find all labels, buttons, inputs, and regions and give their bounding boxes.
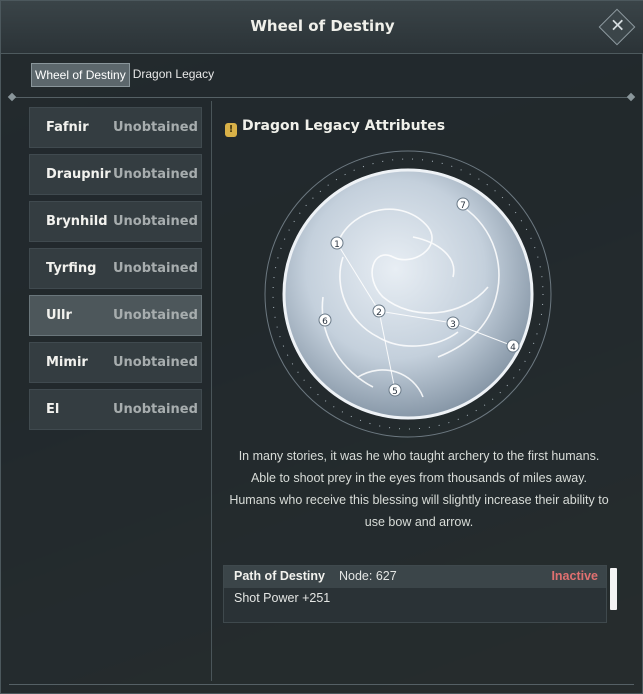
description-line: In many stories, it was he who taught ar… xyxy=(238,449,600,463)
path-node: Node: 627 xyxy=(339,569,397,583)
top-divider xyxy=(9,97,634,98)
legacy-item-ullr[interactable]: Ullr Unobtained xyxy=(29,295,202,336)
window-title: Wheel of Destiny xyxy=(250,17,395,35)
legacy-item-tyrfing[interactable]: Tyrfing Unobtained xyxy=(29,248,202,289)
close-icon: ✕ xyxy=(610,15,626,37)
bottom-divider xyxy=(9,684,634,685)
tab-dragon-legacy[interactable]: Dragon Legacy xyxy=(130,63,217,85)
legacy-status: Unobtained xyxy=(113,402,198,417)
legacy-item-draupnir[interactable]: Draupnir Unobtained xyxy=(29,154,202,195)
section-title-text: Dragon Legacy Attributes xyxy=(242,118,446,134)
legacy-status: Unobtained xyxy=(113,167,198,182)
scrollbar-thumb[interactable] xyxy=(610,568,617,610)
legacy-item-fafnir[interactable]: Fafnir Unobtained xyxy=(29,107,202,148)
legacy-name: Mimir xyxy=(46,355,88,370)
legacy-status: Unobtained xyxy=(113,355,198,370)
legacy-item-el[interactable]: El Unobtained xyxy=(29,389,202,430)
svg-text:4: 4 xyxy=(510,343,516,353)
info-icon: ! xyxy=(225,123,237,137)
legacy-item-brynhild[interactable]: Brynhild Unobtained xyxy=(29,201,202,242)
path-effect: Shot Power +251 xyxy=(234,591,331,605)
column-divider xyxy=(211,101,212,681)
path-header: Path of Destiny Node: 627 Inactive xyxy=(224,566,606,588)
path-status-badge: Inactive xyxy=(551,569,598,583)
svg-text:1: 1 xyxy=(334,240,340,250)
title-bar: Wheel of Destiny ✕ xyxy=(1,1,643,54)
section-title: ! Dragon Legacy Attributes xyxy=(225,118,445,137)
legacy-status: Unobtained xyxy=(113,261,198,276)
svg-text:7: 7 xyxy=(460,201,466,211)
legacy-status: Unobtained xyxy=(113,120,198,135)
svg-text:2: 2 xyxy=(376,308,382,318)
wheel-orb xyxy=(282,168,534,420)
svg-text:6: 6 xyxy=(322,317,328,327)
legacy-name: El xyxy=(46,402,60,417)
legacy-item-mimir[interactable]: Mimir Unobtained xyxy=(29,342,202,383)
legacy-status: Unobtained xyxy=(113,308,198,323)
legacy-name: Fafnir xyxy=(46,120,89,135)
legacy-name: Ullr xyxy=(46,308,72,323)
legacy-name: Brynhild xyxy=(46,214,108,229)
wheel-of-destiny-window: Wheel of Destiny ✕ Wheel of Destiny Drag… xyxy=(0,0,643,694)
svg-text:3: 3 xyxy=(450,320,456,330)
tab-wheel-of-destiny[interactable]: Wheel of Destiny xyxy=(31,63,130,87)
legacy-status: Unobtained xyxy=(113,214,198,229)
close-button[interactable]: ✕ xyxy=(598,8,636,46)
tab-bar: Wheel of Destiny Dragon Legacy xyxy=(31,63,217,87)
legacy-name: Tyrfing xyxy=(46,261,97,276)
svg-text:5: 5 xyxy=(392,387,398,397)
description-line: Humans who receive this blessing will sl… xyxy=(229,493,609,529)
legacy-name: Draupnir xyxy=(46,167,111,182)
description-line: Able to shoot prey in the eyes from thou… xyxy=(250,471,588,485)
dragon-constellation-wheel: 1 2 3 4 5 6 7 xyxy=(264,150,552,438)
legacy-list: Fafnir Unobtained Draupnir Unobtained Br… xyxy=(29,107,202,436)
path-title: Path of Destiny xyxy=(234,569,325,583)
path-of-destiny-panel: Path of Destiny Node: 627 Inactive Shot … xyxy=(223,565,607,623)
legacy-description: In many stories, it was he who taught ar… xyxy=(223,445,615,533)
